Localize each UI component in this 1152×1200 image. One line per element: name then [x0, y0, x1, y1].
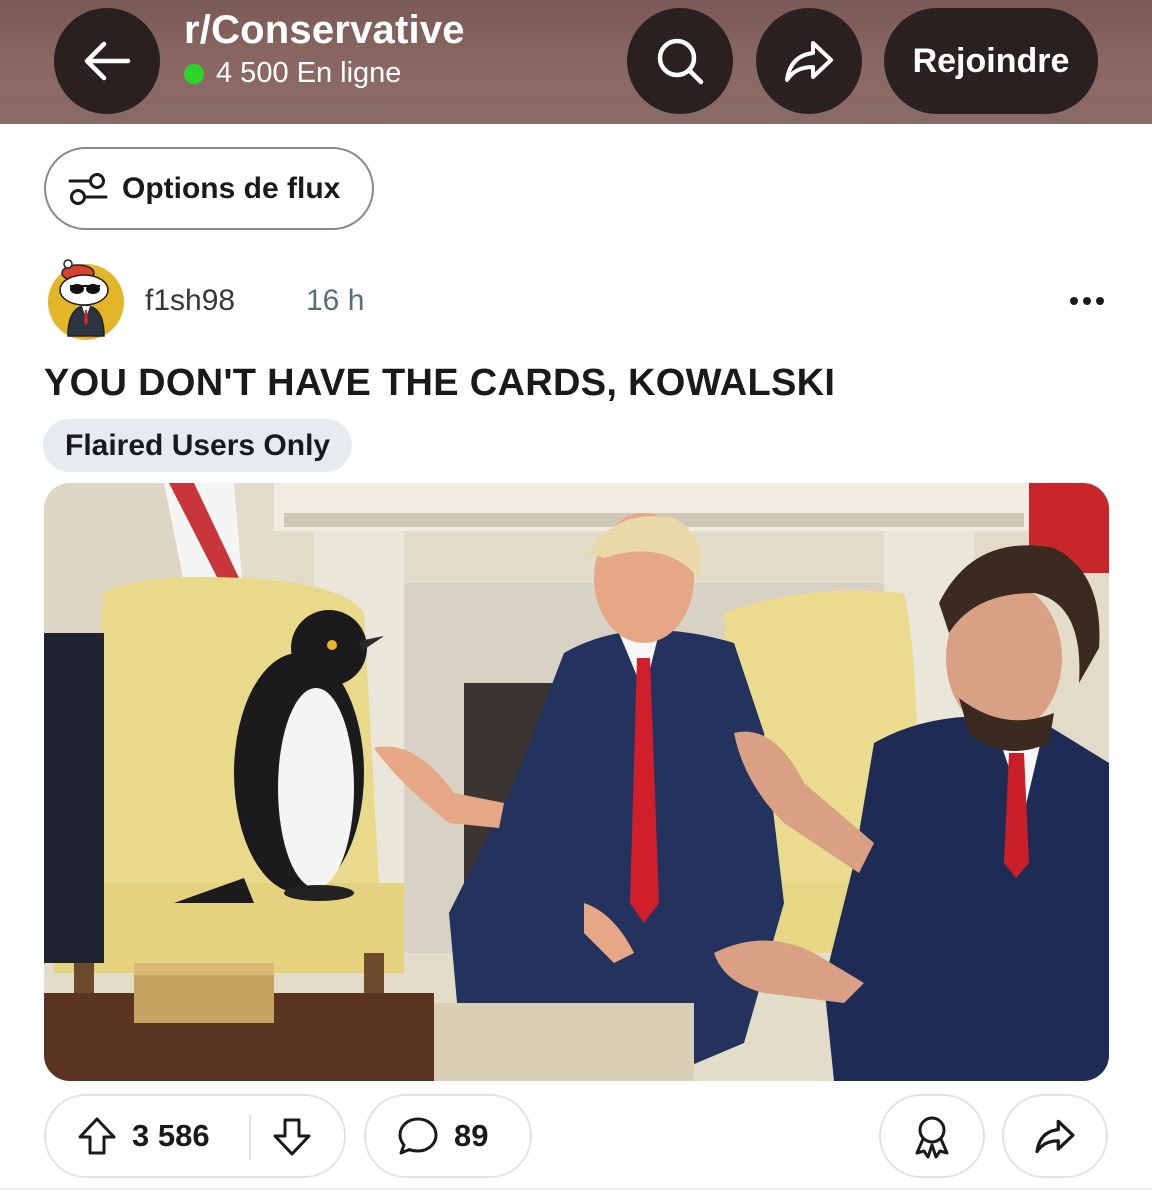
- vote-divider: [249, 1114, 251, 1160]
- snoo-avatar-icon: [59, 259, 109, 337]
- vote-count: 3 586: [132, 1118, 210, 1153]
- post-title[interactable]: YOU DON'T HAVE THE CARDS, KOWALSKI: [44, 362, 835, 405]
- feed-options-button[interactable]: Options de flux: [44, 147, 374, 230]
- share-post-button[interactable]: [1002, 1094, 1108, 1178]
- vote-controls: 3 586: [44, 1094, 346, 1178]
- downvote-icon: [273, 1118, 311, 1156]
- search-button[interactable]: [627, 8, 733, 114]
- avatar[interactable]: [48, 259, 124, 340]
- feed-options-label: Options de flux: [122, 171, 341, 205]
- post-image-illustration: [44, 483, 1109, 1081]
- join-button[interactable]: Rejoindre: [884, 8, 1098, 114]
- online-dot-icon: [184, 63, 204, 84]
- award-button[interactable]: [879, 1094, 985, 1178]
- more-options-icon[interactable]: [1062, 284, 1112, 318]
- post-image[interactable]: [44, 483, 1109, 1081]
- post-flair: Flaired Users Only: [43, 419, 353, 472]
- upvote-button[interactable]: [76, 1115, 118, 1157]
- search-icon: [657, 38, 704, 85]
- online-status: 4 500 En ligne: [184, 57, 401, 90]
- comment-count: 89: [454, 1118, 489, 1153]
- comments-button[interactable]: 89: [364, 1094, 532, 1178]
- upvote-icon: [78, 1117, 116, 1155]
- award-icon: [915, 1116, 949, 1159]
- post-author[interactable]: f1sh98: [145, 284, 235, 318]
- subreddit-header: r/Conservative 4 500 En ligne Rejoindre: [0, 0, 1152, 124]
- back-button[interactable]: [54, 8, 160, 114]
- post-timestamp: 16 h: [306, 284, 365, 317]
- comment-icon: [398, 1117, 438, 1155]
- back-arrow-icon: [84, 41, 131, 81]
- subreddit-name[interactable]: r/Conservative: [184, 8, 465, 53]
- post-divider: [0, 1188, 1152, 1190]
- share-icon: [785, 41, 833, 82]
- downvote-button[interactable]: [271, 1116, 313, 1163]
- sliders-icon: [68, 172, 108, 205]
- online-count: 4 500 En ligne: [216, 57, 402, 89]
- share-icon: [1035, 1119, 1075, 1154]
- share-subreddit-button[interactable]: [756, 8, 862, 114]
